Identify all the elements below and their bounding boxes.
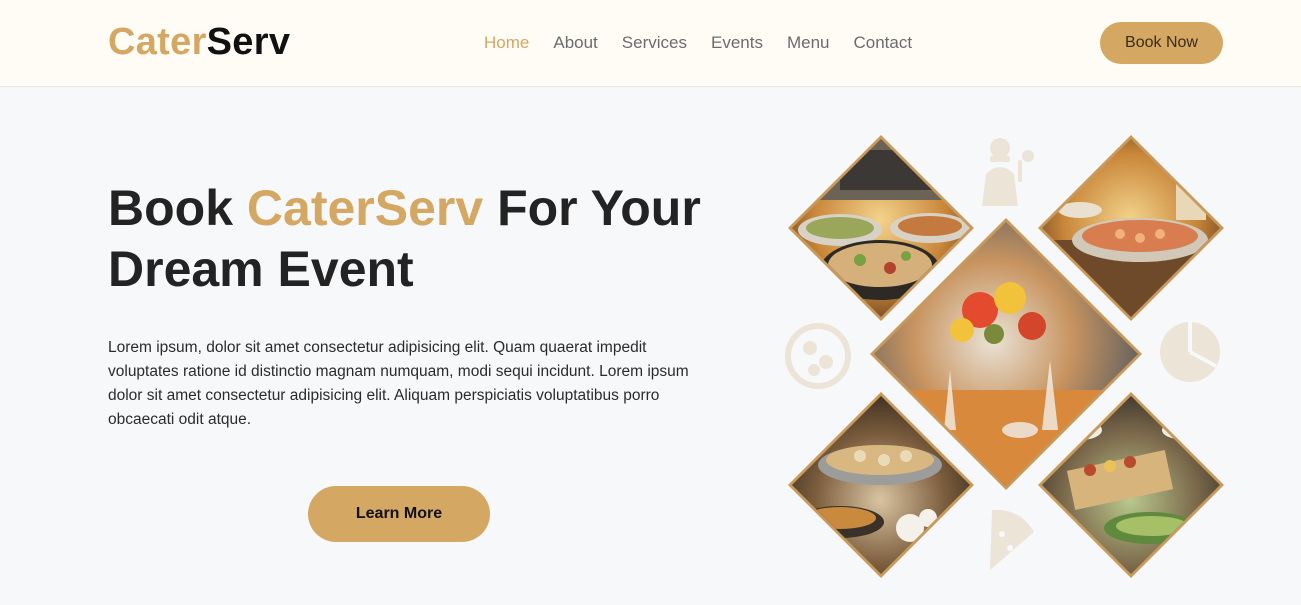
nav-services[interactable]: Services — [622, 31, 687, 55]
chef-icon — [982, 138, 1034, 206]
hero-title: Book CaterServ For Your Dream Event — [108, 178, 748, 300]
hero-gallery — [780, 130, 1230, 580]
learn-more-button[interactable]: Learn More — [308, 486, 490, 542]
hero-title-before: Book — [108, 180, 247, 236]
hero-title-accent: CaterServ — [246, 180, 484, 236]
nav-menu[interactable]: Menu — [787, 31, 830, 55]
nav-home[interactable]: Home — [484, 31, 529, 55]
pizza-slice-icon — [990, 509, 1034, 570]
nav-events[interactable]: Events — [711, 31, 763, 55]
main-nav: Home About Services Events Menu Contact — [484, 31, 912, 55]
navbar: CaterServ Home About Services Events Men… — [0, 0, 1301, 87]
nav-contact[interactable]: Contact — [854, 31, 913, 55]
brand-part-2: Serv — [206, 21, 291, 63]
nav-about[interactable]: About — [553, 31, 597, 55]
brand-logo[interactable]: CaterServ — [108, 19, 290, 65]
hero-description: Lorem ipsum, dolor sit amet consectetur … — [108, 339, 689, 428]
book-now-button[interactable]: Book Now — [1100, 22, 1223, 64]
brand-part-1: Cater — [108, 21, 207, 63]
